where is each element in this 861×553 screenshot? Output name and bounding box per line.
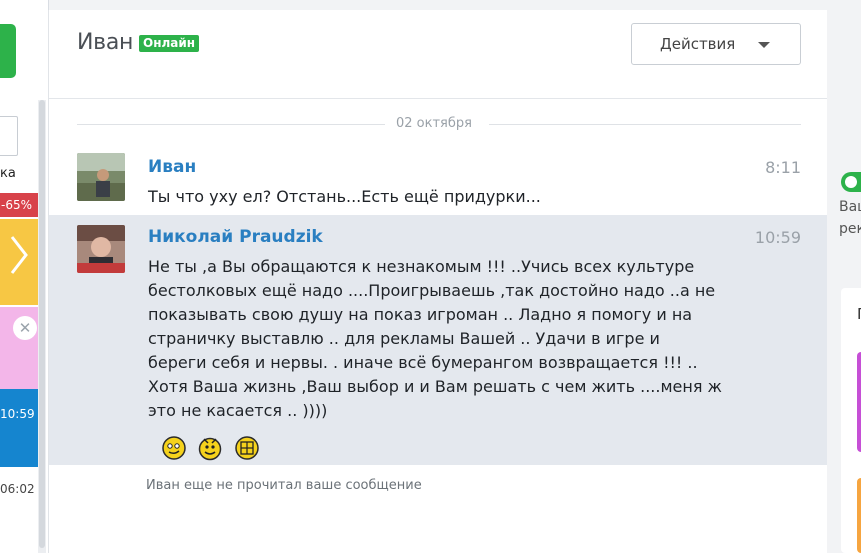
scrollbar-thumb[interactable] xyxy=(39,100,45,548)
chevron-down-icon xyxy=(758,42,770,48)
chevron-right-icon[interactable] xyxy=(8,233,30,277)
discount-badge: -65% xyxy=(0,193,39,217)
chat-panel: Иван Онлайн Действия 02 октября Иван 8:1… xyxy=(48,10,828,553)
smiley-face-icon xyxy=(198,437,222,461)
toggle-knob xyxy=(845,176,857,188)
online-status-badge: Онлайн xyxy=(139,35,200,52)
read-status-text: Иван еще не прочитал ваше сообщение xyxy=(146,478,422,493)
avatar[interactable] xyxy=(77,225,125,273)
avatar[interactable] xyxy=(77,153,125,201)
date-separator: 02 октября xyxy=(77,114,801,134)
conversation-time-other: 06:02 xyxy=(0,482,35,496)
right-panel: Ваш рек П xyxy=(827,0,861,553)
conversation-list-panel: ка -65% ✕ 10:59 06:02 xyxy=(0,0,49,553)
divider-line xyxy=(77,124,385,125)
message-text: Ты что уху ел? Отстань...Есть ещё придур… xyxy=(148,187,541,206)
message-text: Не ты ,а Вы обращаются к незнакомым !!! … xyxy=(148,257,722,420)
actions-label: Действия xyxy=(660,35,736,53)
message-time: 10:59 xyxy=(754,228,801,247)
actions-dropdown-button[interactable]: Действия xyxy=(631,23,801,65)
side-card-title: П xyxy=(857,305,861,323)
smiley-face-icon xyxy=(162,436,186,460)
setting-label: рек xyxy=(839,221,861,237)
message-time: 8:11 xyxy=(765,158,801,177)
cut-label: ка xyxy=(0,166,16,181)
side-card-item-purple[interactable] xyxy=(857,352,861,452)
close-icon[interactable]: ✕ xyxy=(13,316,37,340)
green-action-button[interactable] xyxy=(0,24,16,78)
smiley-face-icon xyxy=(235,436,259,460)
contact-name[interactable]: Иван xyxy=(77,30,133,55)
search-input[interactable] xyxy=(0,116,18,156)
side-card-item-orange[interactable] xyxy=(857,478,861,553)
divider-line xyxy=(489,124,801,125)
sender-name[interactable]: Иван xyxy=(148,157,196,177)
message-item: Николай Praudzik 10:59 Не ты ,а Вы обращ… xyxy=(49,215,827,465)
date-label: 02 октября xyxy=(396,116,472,131)
conversation-time: 10:59 xyxy=(0,407,35,421)
setting-label: Ваш xyxy=(839,199,861,215)
sender-name[interactable]: Николай Praudzik xyxy=(148,227,323,247)
conversation-item-active[interactable]: 10:59 xyxy=(0,389,38,467)
message-item: Иван 8:11 Ты что уху ел? Отстань...Есть … xyxy=(49,143,827,215)
chat-header: Иван Онлайн Действия xyxy=(49,10,827,99)
